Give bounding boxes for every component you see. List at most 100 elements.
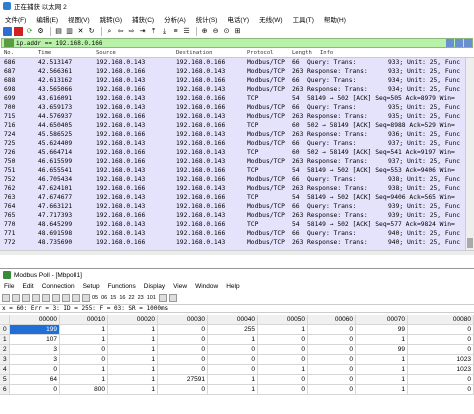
col-no[interactable]: No. (4, 50, 14, 56)
colorize-icon[interactable]: ☰ (182, 27, 191, 36)
new-icon[interactable] (2, 293, 10, 302)
col-protocol[interactable]: Protocol (247, 50, 274, 56)
register-cell[interactable]: 0 (208, 345, 258, 355)
register-cell[interactable]: 0 (158, 385, 208, 395)
grid-col-header[interactable]: 00040 (208, 315, 258, 325)
register-cell[interactable]: 800 (60, 385, 108, 395)
filter-dropdown-icon[interactable] (464, 39, 472, 47)
register-cell[interactable]: 0 (258, 385, 308, 395)
close-file-icon[interactable]: ✕ (76, 27, 85, 36)
menu-file[interactable]: 文件(F) (5, 14, 26, 24)
menu-help[interactable]: 帮助(H) (324, 14, 346, 24)
packet-row[interactable]: 772 48.735690 192.168.0.166 192.168.0.143 Mo… (0, 238, 465, 247)
register-cell[interactable]: 27591 (158, 375, 208, 385)
register-cell[interactable]: 1 (108, 375, 158, 385)
register-cell[interactable]: 0 (408, 375, 474, 385)
find-packet-icon[interactable]: ⌕ (105, 27, 114, 36)
func-06-button[interactable]: 06 (101, 295, 107, 301)
grid-col-header[interactable]: 00070 (356, 315, 408, 325)
register-cell[interactable]: 0 (408, 325, 474, 335)
packet-row[interactable]: 716 44.650405 192.168.0.143 192.168.0.166 TC… (0, 121, 465, 130)
packet-row[interactable]: 715 44.576937 192.168.0.166 192.168.0.143 Mo… (0, 112, 465, 121)
packet-row[interactable]: 726 45.664714 192.168.0.166 192.168.0.143 TC… (0, 148, 465, 157)
packet-list-hscrollbar[interactable] (0, 250, 474, 255)
register-cell[interactable]: 1 (258, 365, 308, 375)
func-101-button[interactable]: 101 (147, 295, 156, 301)
register-cell[interactable]: 0 (408, 385, 474, 395)
zoom-in-icon[interactable]: ⊕ (200, 27, 209, 36)
register-cell[interactable]: 0 (308, 335, 356, 345)
grid-col-header[interactable] (0, 315, 10, 325)
mp-menu-connection[interactable]: Connection (42, 283, 75, 290)
register-cell[interactable]: 1 (108, 365, 158, 375)
register-cell[interactable]: 99 (356, 325, 408, 335)
register-cell[interactable]: 1023 (408, 355, 474, 365)
register-cell[interactable]: 0 (408, 335, 474, 345)
mp-menu-view[interactable]: View (173, 283, 187, 290)
packet-row[interactable]: 686 42.513147 192.168.0.143 192.168.0.166 Mo… (0, 58, 465, 67)
capture-options-icon[interactable]: ⚙ (36, 27, 45, 36)
delete-icon[interactable] (42, 293, 50, 302)
about-icon[interactable] (168, 293, 177, 302)
window-icon[interactable] (52, 293, 60, 302)
go-back-icon[interactable]: ⇦ (116, 27, 125, 36)
packet-row[interactable]: 724 45.586525 192.168.0.166 192.168.0.143 Mo… (0, 130, 465, 139)
mp-menu-window[interactable]: Window (195, 283, 218, 290)
register-cell[interactable]: 1 (108, 385, 158, 395)
zoom-out-icon[interactable]: ⊖ (211, 27, 220, 36)
register-cell[interactable]: 0 (10, 365, 60, 375)
first-packet-icon[interactable]: ⤒ (149, 27, 158, 36)
menu-view[interactable]: 视图(V) (68, 14, 90, 24)
display-filter-bar[interactable]: ip.addr == 192.168.0.166 (1, 38, 473, 48)
stop-capture-icon[interactable] (14, 27, 23, 36)
mp-menu-setup[interactable]: Setup (83, 283, 100, 290)
register-cell[interactable]: 0 (158, 365, 208, 375)
register-cell[interactable]: 99 (356, 345, 408, 355)
register-cell[interactable]: 0 (258, 355, 308, 365)
register-cell[interactable]: 0 (158, 335, 208, 345)
register-cell[interactable]: 1 (208, 335, 258, 345)
packet-row[interactable]: 752 46.705434 192.168.0.143 192.168.0.166 Mo… (0, 175, 465, 184)
register-cell[interactable]: 0 (10, 385, 60, 395)
grid-col-header[interactable]: 00020 (108, 315, 158, 325)
register-cell[interactable]: 0 (60, 355, 108, 365)
packet-row[interactable]: 687 42.566361 192.168.0.166 192.168.0.143 Mo… (0, 67, 465, 76)
func-23-button[interactable]: 23 (138, 295, 144, 301)
resize-columns-icon[interactable]: ⊞ (233, 27, 242, 36)
register-cell[interactable]: 1 (356, 375, 408, 385)
register-cell[interactable]: 1023 (408, 365, 474, 375)
register-cell[interactable]: 0 (208, 365, 258, 375)
packet-row[interactable]: 698 43.565066 192.168.0.166 192.168.0.143 Mo… (0, 85, 465, 94)
scrollbar-thumb[interactable] (467, 238, 473, 248)
register-cell[interactable]: 0 (408, 345, 474, 355)
grid-col-header[interactable]: 00060 (308, 315, 356, 325)
register-cell[interactable]: 0 (258, 335, 308, 345)
packet-list-scrollbar[interactable] (465, 58, 474, 250)
menu-telephony[interactable]: 电话(Y) (227, 14, 249, 24)
register-cell[interactable]: 1 (356, 335, 408, 345)
bookmark-icon[interactable] (4, 39, 14, 47)
packet-row[interactable]: 770 48.645299 192.168.0.143 192.168.0.166 TC… (0, 220, 465, 229)
register-cell[interactable]: 0 (308, 325, 356, 335)
func-22-button[interactable]: 22 (129, 295, 135, 301)
menu-analyze[interactable]: 分析(A) (164, 14, 186, 24)
register-cell[interactable]: 107 (10, 335, 60, 345)
display-filter-input[interactable]: ip.addr == 192.168.0.166 (16, 40, 102, 47)
func-05-button[interactable]: 05 (92, 295, 98, 301)
go-to-packet-icon[interactable]: ⇥ (138, 27, 147, 36)
print-icon[interactable] (32, 293, 40, 302)
register-cell[interactable]: 1 (108, 345, 158, 355)
packet-row[interactable]: 765 47.717393 192.168.0.166 192.168.0.143 Mo… (0, 211, 465, 220)
connect-icon[interactable] (62, 293, 70, 302)
grid-col-header[interactable]: 00050 (258, 315, 308, 325)
grid-col-header[interactable]: 00000 (10, 315, 60, 325)
menu-tools[interactable]: 工具(T) (293, 14, 314, 24)
register-cell[interactable]: 3 (10, 345, 60, 355)
register-cell[interactable]: 1 (258, 325, 308, 335)
packet-row[interactable]: 688 42.613162 192.168.0.143 192.168.0.166 Mo… (0, 76, 465, 85)
mp-menu-display[interactable]: Display (144, 283, 165, 290)
register-cell[interactable]: 0 (208, 355, 258, 365)
register-cell[interactable]: 0 (308, 355, 356, 365)
register-cell[interactable]: 0 (308, 375, 356, 385)
grid-col-header[interactable]: 00010 (60, 315, 108, 325)
